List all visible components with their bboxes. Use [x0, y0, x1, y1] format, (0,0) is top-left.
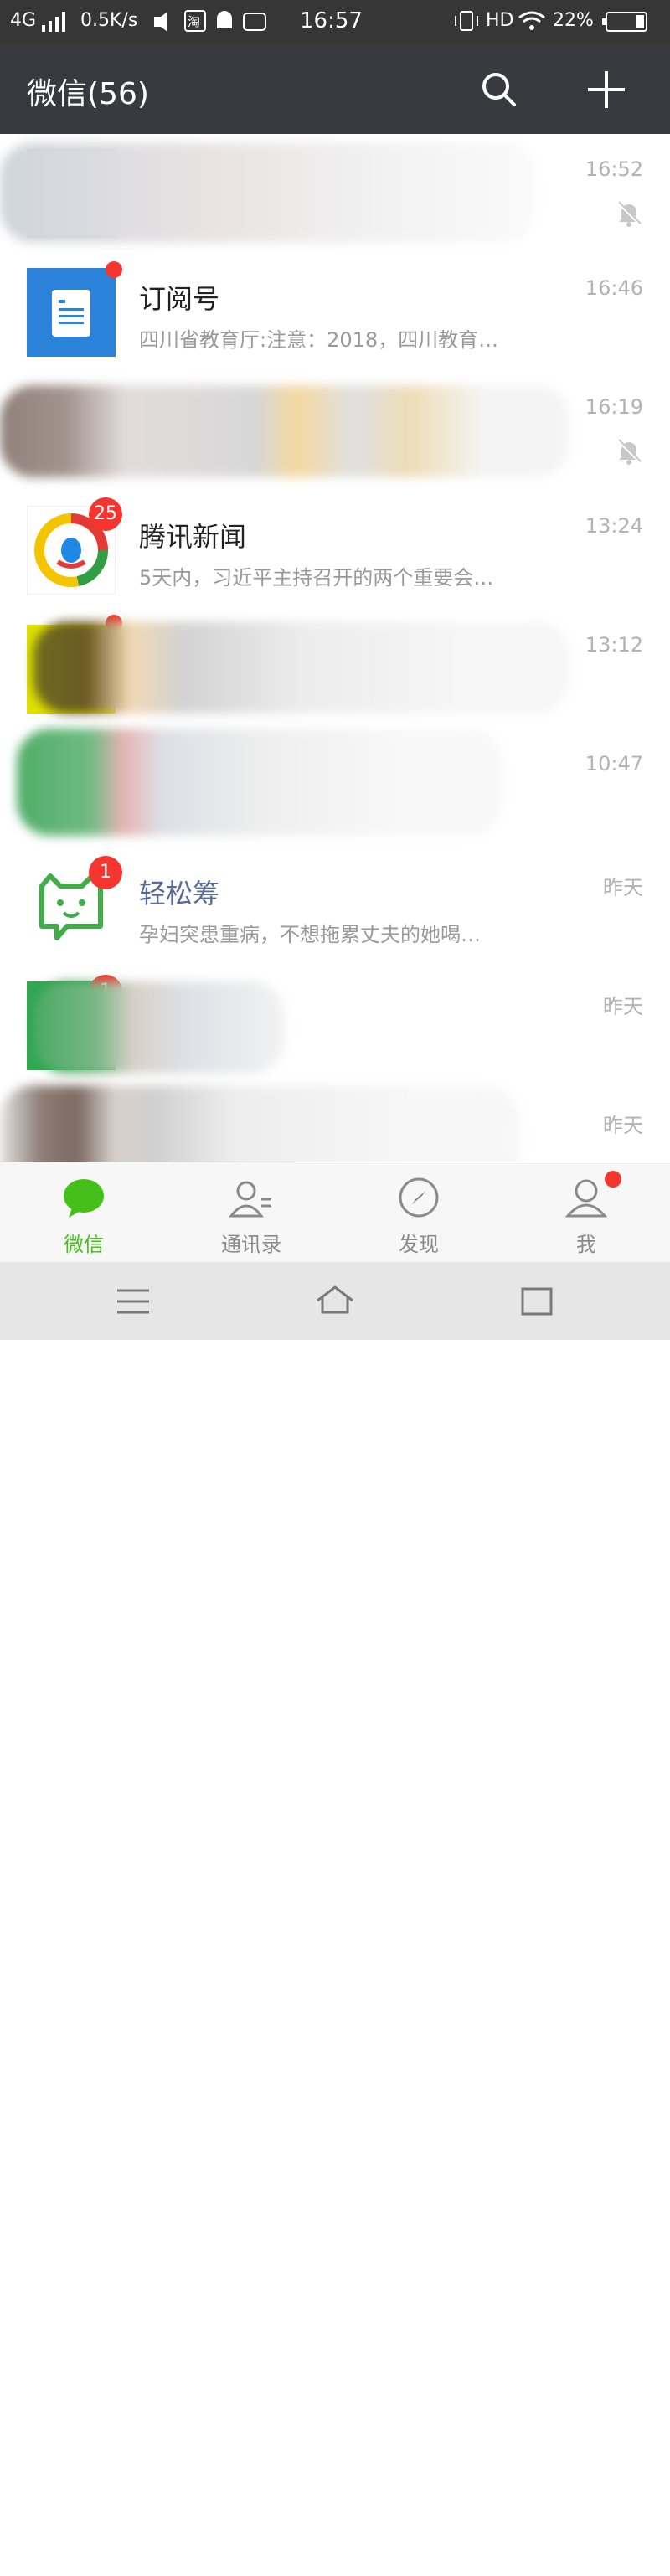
chat-row[interactable]: 13:12: [0, 610, 670, 729]
net-speed: 0.5K/s: [80, 10, 138, 31]
chat-name: 腾讯新闻: [139, 521, 247, 553]
unread-dot: [605, 1171, 621, 1188]
subscription-avatar: [27, 268, 116, 357]
plus-icon[interactable]: [585, 68, 628, 111]
signal-icon: [42, 12, 65, 32]
chat-row[interactable]: 1 昨天: [0, 966, 670, 1086]
android-icon: [217, 11, 232, 28]
home-icon[interactable]: [314, 1282, 356, 1321]
chat-preview: 孕妇突患重病，不想拖累丈夫的她喝…: [139, 923, 481, 946]
chat-time: 16:19: [585, 395, 643, 419]
status-bar: 4G 0.5K/s 淘 16:57 HD 22%: [0, 0, 670, 44]
network-type: 4G: [10, 10, 37, 31]
chat-row-qingsongchou[interactable]: 1 轻松筹 孕妇突患重病，不想拖累丈夫的她喝… 昨天: [0, 848, 670, 967]
obscured-content: [0, 385, 570, 477]
vibration-mode-icon: [455, 11, 478, 31]
chat-time: 昨天: [603, 876, 643, 899]
baidu-watermark: Bai 经验 jingyan.baidu.com: [511, 2533, 619, 2576]
tab-label: 微信: [64, 1233, 104, 1256]
contacts-icon: [228, 1181, 271, 1218]
hd-indicator: HD: [486, 10, 514, 31]
tab-contacts[interactable]: 通讯录: [168, 1162, 335, 1263]
chat-time: 13:24: [585, 514, 643, 538]
tab-me[interactable]: 我: [502, 1162, 670, 1263]
chat-row[interactable]: 16:19: [0, 372, 670, 492]
chat-list: 16:52 订阅号 四川省教育厅:注意：2018，四川教育… 16:46 16:…: [0, 134, 670, 1162]
wifi-icon: [518, 11, 545, 30]
muted-bell-icon: [616, 201, 642, 227]
unread-dot: [106, 261, 122, 278]
obscured-content: [34, 981, 285, 1074]
chat-preview: 5天内，习近平主持召开的两个重要会…: [139, 566, 494, 590]
taobao-icon: 淘: [184, 10, 206, 32]
system-nav-bar: Bai 经验 jingyan.baidu.com: [0, 1262, 670, 2576]
obscured-content: [0, 142, 536, 243]
unread-badge: 1: [89, 856, 122, 889]
chat-row[interactable]: 16:52: [0, 134, 670, 254]
svg-text:淘: 淘: [188, 14, 200, 29]
chat-row[interactable]: 10:47: [0, 729, 670, 848]
chat-row-subscriptions[interactable]: 订阅号 四川省教育厅:注意：2018，四川教育… 16:46: [0, 253, 670, 373]
bottom-tab-bar: 微信 通讯录 发现 我: [0, 1162, 670, 1263]
chat-row[interactable]: 昨天: [0, 1085, 670, 1162]
battery-icon: [602, 12, 647, 32]
muted-bell-icon: [616, 439, 642, 465]
tab-label: 我: [576, 1233, 596, 1256]
tab-chats[interactable]: 微信: [0, 1162, 168, 1263]
chat-preview: 四川省教育厅:注意：2018，四川教育…: [139, 328, 499, 352]
obscured-content: [0, 1085, 519, 1162]
menu-icon[interactable]: [112, 1282, 154, 1321]
chat-time: 16:46: [585, 276, 643, 300]
unread-badge: 25: [89, 497, 122, 531]
chat-time: 13:12: [585, 633, 643, 657]
chat-time: 16:52: [585, 157, 643, 181]
page-title: 微信(56): [27, 77, 149, 111]
vibrate-icon: [154, 12, 168, 32]
back-icon[interactable]: [516, 1282, 558, 1321]
person-icon: [564, 1179, 608, 1218]
battery-percent: 22%: [553, 10, 594, 31]
article-icon: [52, 290, 90, 337]
tab-label: 发现: [399, 1233, 439, 1256]
chat-name: 轻松筹: [139, 878, 220, 909]
chat-time: 昨天: [603, 1114, 643, 1137]
chat-name: 订阅号: [139, 283, 220, 315]
obscured-content: [34, 621, 570, 714]
vivo-icon: [243, 13, 266, 31]
watermark-sub: jingyan.baidu.com: [511, 2563, 620, 2576]
watermark-text: Bai 经验: [511, 2538, 590, 2562]
tab-discover[interactable]: 发现: [335, 1162, 502, 1263]
obscured-content: [17, 729, 502, 836]
compass-icon: [399, 1177, 439, 1218]
chat-row-tencent-news[interactable]: 25 腾讯新闻 5天内，习近平主持召开的两个重要会… 13:24: [0, 491, 670, 611]
chat-time: 昨天: [603, 995, 643, 1018]
search-icon[interactable]: [477, 68, 521, 111]
chat-time: 10:47: [585, 752, 643, 775]
app-header: 微信(56): [0, 44, 670, 134]
tab-label: 通讯录: [221, 1233, 281, 1256]
clock: 16:57: [300, 8, 363, 33]
chat-bubble-icon: [64, 1179, 104, 1218]
